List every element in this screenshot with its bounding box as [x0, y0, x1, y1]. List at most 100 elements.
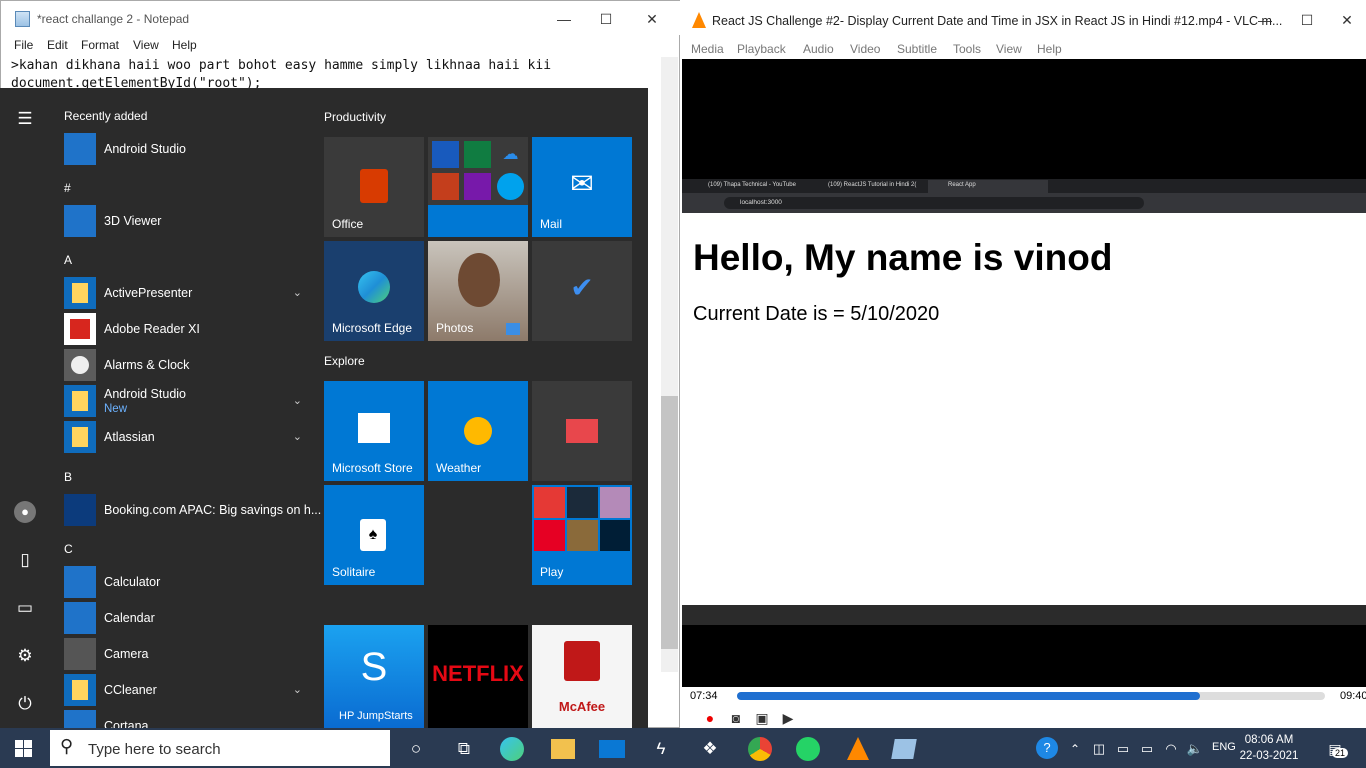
app-calendar[interactable]: Calendar — [64, 602, 308, 636]
battery-icon[interactable]: ▭ — [1134, 736, 1160, 762]
documents-icon[interactable]: ▯ — [14, 549, 36, 571]
browser-frame: (109) Thapa Technical - YouTube (109) Re… — [682, 179, 1366, 625]
chevron-down-icon[interactable]: ⌄ — [293, 394, 302, 407]
menu-media[interactable]: Media — [691, 42, 724, 56]
app-android-studio[interactable]: Android Studio — [64, 133, 308, 167]
dropbox-icon[interactable]: ❖ — [697, 736, 723, 762]
user-icon[interactable]: ● — [14, 501, 36, 523]
app-ccleaner[interactable]: CCleaner ⌄ — [64, 674, 308, 708]
taskbar-clock[interactable]: 08:06 AM 22-03-2021 — [1238, 732, 1300, 764]
photos-tile[interactable]: Photos — [428, 241, 528, 341]
cortana-icon — [64, 710, 96, 728]
settings-gear-icon[interactable]: ⚙ — [14, 645, 36, 667]
edge-tile[interactable]: Microsoft Edge — [324, 241, 424, 341]
letter-heading[interactable]: C — [64, 542, 73, 556]
notepad-taskbar-icon[interactable] — [891, 739, 917, 759]
office-tile[interactable]: Office — [324, 137, 424, 237]
wifi-icon[interactable]: ◠ — [1158, 736, 1184, 762]
app-label: Atlassian — [104, 430, 155, 444]
letter-heading[interactable]: A — [64, 253, 72, 267]
app-adobe-reader[interactable]: Adobe Reader XI — [64, 313, 308, 347]
chevron-down-icon[interactable]: ⌄ — [293, 683, 302, 696]
jumpstarts-taskbar-icon[interactable]: ϟ — [648, 736, 674, 762]
menu-format[interactable]: Format — [81, 38, 119, 52]
office-apps-tile[interactable]: ☁ — [428, 137, 528, 237]
menu-edit[interactable]: Edit — [47, 38, 68, 52]
minimize-button[interactable]: — — [549, 9, 579, 29]
menu-help[interactable]: Help — [1037, 42, 1062, 56]
menu-view[interactable]: View — [996, 42, 1022, 56]
chevron-down-icon[interactable]: ⌄ — [293, 430, 302, 443]
store-tile[interactable]: Microsoft Store — [324, 381, 424, 481]
video-area[interactable]: (109) Thapa Technical - YouTube (109) Re… — [682, 59, 1366, 687]
pictures-icon[interactable]: ▭ — [14, 597, 36, 619]
loop-ab-icon[interactable]: ▣ — [751, 709, 773, 727]
play-tile[interactable]: Play — [532, 485, 632, 585]
news-tile[interactable] — [532, 381, 632, 481]
snapshot-icon[interactable]: ◙ — [725, 709, 747, 727]
menu-help[interactable]: Help — [172, 38, 197, 52]
close-button[interactable]: ✕ — [1332, 10, 1362, 30]
vlc-taskbar-icon[interactable] — [847, 737, 869, 760]
cortana-circle-icon[interactable]: ○ — [403, 736, 429, 762]
menu-view[interactable]: View — [133, 38, 159, 52]
hamburger-menu-icon[interactable]: ☰ — [14, 108, 36, 130]
tray-app-icon[interactable]: ◫ — [1086, 736, 1112, 762]
frame-step-icon[interactable]: ▶ — [777, 709, 799, 727]
solitaire-tile[interactable]: ♠ Solitaire — [324, 485, 424, 585]
menu-audio[interactable]: Audio — [803, 42, 834, 56]
maximize-button[interactable]: ☐ — [591, 9, 621, 29]
mcafee-logo: McAfee — [558, 699, 606, 714]
productivity-heading: Productivity — [324, 110, 387, 124]
menu-subtitle[interactable]: Subtitle — [897, 42, 937, 56]
taskbar-search-box[interactable]: ⚲ Type here to search — [50, 730, 390, 766]
weather-tile[interactable]: Weather — [428, 381, 528, 481]
app-alarms-clock[interactable]: Alarms & Clock — [64, 349, 308, 383]
app-camera[interactable]: Camera — [64, 638, 308, 672]
minimize-button[interactable]: — — [1250, 10, 1280, 30]
chevron-up-icon[interactable]: ⌃ — [1062, 736, 1088, 762]
notepad-titlebar[interactable]: *react challange 2 - Notepad — ☐ ✕ — [1, 1, 681, 35]
app-android-studio-folder[interactable]: Android Studio New ⌄ — [64, 385, 308, 419]
app-calculator[interactable]: Calculator — [64, 566, 308, 600]
chevron-down-icon[interactable]: ⌄ — [293, 286, 302, 299]
letter-heading[interactable]: B — [64, 470, 72, 484]
language-indicator[interactable]: ENG — [1212, 741, 1236, 753]
help-icon[interactable]: ? — [1036, 737, 1058, 759]
app-cortana[interactable]: Cortana — [64, 710, 308, 728]
start-button[interactable] — [0, 728, 48, 768]
jumpstarts-icon: S — [360, 645, 388, 689]
close-button[interactable]: ✕ — [637, 9, 667, 29]
hp-jumpstarts-tile[interactable]: S HP JumpStarts — [324, 625, 424, 728]
seek-bar[interactable] — [737, 692, 1325, 700]
netflix-tile[interactable]: NETFLIX — [428, 625, 528, 728]
menu-video[interactable]: Video — [850, 42, 880, 56]
vlc-window[interactable]: React JS Challenge #2- Display Current D… — [682, 0, 1366, 728]
vlc-titlebar[interactable]: React JS Challenge #2- Display Current D… — [682, 0, 1366, 40]
whatsapp-icon[interactable] — [796, 737, 820, 761]
scrollbar-thumb[interactable] — [661, 396, 678, 649]
app-activepresenter[interactable]: ActivePresenter ⌄ — [64, 277, 308, 311]
todo-tile[interactable]: ✔ — [532, 241, 632, 341]
menu-file[interactable]: File — [14, 38, 33, 52]
app-booking[interactable]: Booking.com APAC: Big savings on h... — [64, 494, 321, 528]
mail-taskbar-icon[interactable] — [599, 740, 625, 758]
record-button[interactable]: ● — [699, 709, 721, 727]
volume-icon[interactable]: 🔈 — [1182, 736, 1208, 762]
chrome-icon[interactable] — [748, 737, 772, 761]
file-explorer-icon[interactable] — [551, 739, 575, 759]
menu-tools[interactable]: Tools — [953, 42, 981, 56]
mcafee-tile[interactable]: McAfee — [532, 625, 632, 728]
tray-monitor-icon[interactable]: ▭ — [1110, 736, 1136, 762]
maximize-button[interactable]: ☐ — [1292, 10, 1322, 30]
task-view-icon[interactable]: ⧉ — [451, 736, 477, 762]
app-atlassian[interactable]: Atlassian ⌄ — [64, 421, 308, 455]
letter-heading[interactable]: # — [64, 181, 71, 195]
app-label: Android Studio — [104, 142, 187, 156]
edge-taskbar-icon[interactable] — [500, 737, 524, 761]
folder-icon — [64, 277, 96, 309]
menu-playback[interactable]: Playback — [737, 42, 786, 56]
app-3d-viewer[interactable]: 3D Viewer — [64, 205, 308, 239]
mail-tile[interactable]: ✉ Mail — [532, 137, 632, 237]
power-icon[interactable]: ⏻ — [14, 693, 36, 715]
